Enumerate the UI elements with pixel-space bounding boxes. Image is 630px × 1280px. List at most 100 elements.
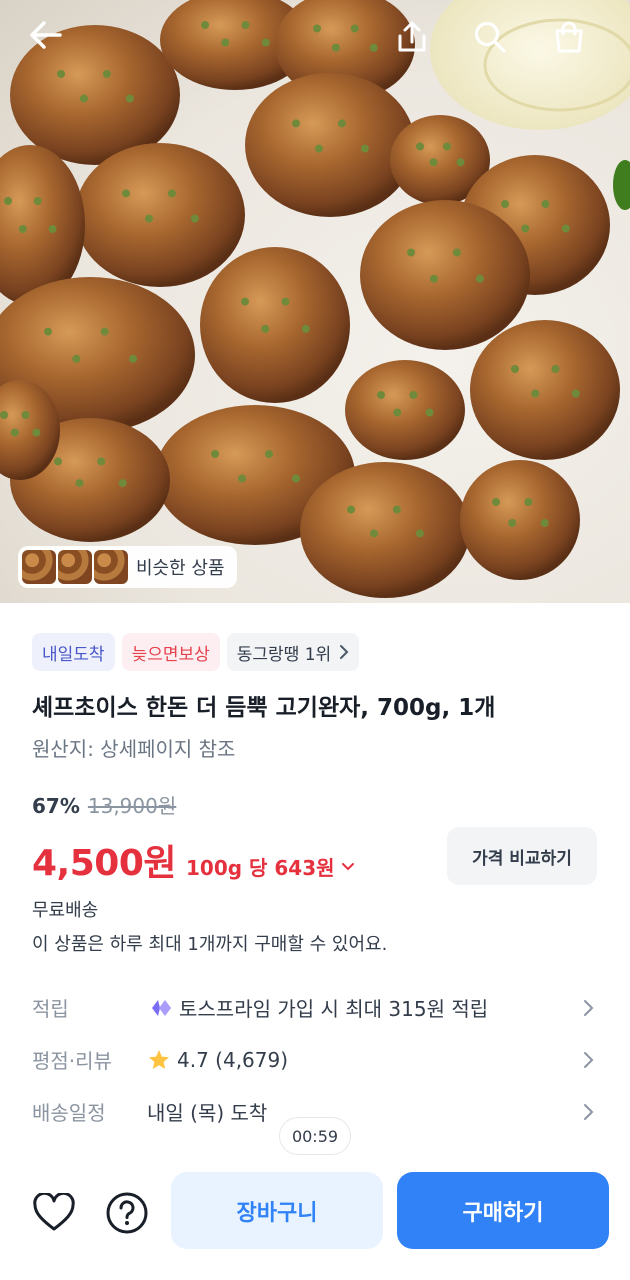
toss-prime-icon <box>152 999 171 1016</box>
parsley-flake <box>301 324 310 333</box>
meatball <box>245 73 415 217</box>
ranking-badge[interactable]: 동그랑땡 1위 <box>226 633 360 671</box>
discount-rate: 67% <box>32 794 80 818</box>
parsley-flake <box>393 408 402 417</box>
parsley-flake <box>347 505 355 514</box>
shipping-info: 무료배송 <box>32 900 99 921</box>
original-price: 13,900원 <box>87 794 177 818</box>
parsley-flake <box>221 38 230 47</box>
parsley-flake <box>392 505 401 514</box>
info-row-rating[interactable]: 평점·리뷰 4.7 (4,679) <box>32 1045 598 1074</box>
shopping-bag-icon <box>555 21 583 53</box>
timer-badge: 00:59 <box>279 1117 351 1155</box>
parsley-flake <box>201 21 209 29</box>
parsley-flake <box>511 365 519 373</box>
search-icon <box>474 21 506 53</box>
rating-text: 4.7 (4,679) <box>177 1047 289 1072</box>
delivery-value: 내일 (목) 도착 <box>147 1101 268 1125</box>
parsley-flake <box>475 274 484 283</box>
parsley-flake <box>416 142 424 151</box>
parsley-flake <box>425 408 434 417</box>
parsley-flake <box>377 391 385 399</box>
meatball <box>470 320 620 460</box>
parsley-flake <box>72 354 81 363</box>
product-title: 셰프초이스 한돈 더 듬뿍 고기완자, 700g, 1개 <box>32 695 496 721</box>
parsley-flake <box>492 498 500 506</box>
inquiry-button[interactable] <box>104 1190 150 1236</box>
parsley-flake <box>265 450 273 458</box>
parsley-flake <box>4 197 12 205</box>
ranking-badge-label: 동그랑땡 1위 <box>236 644 332 665</box>
parsley-flake <box>415 529 424 538</box>
chevron-right-icon <box>584 1103 594 1120</box>
discount-row: 67% 13,900원 <box>32 790 176 819</box>
buy-now-button[interactable]: 구매하기 <box>397 1172 609 1249</box>
parsley-flake <box>211 450 219 458</box>
parsley-flake <box>100 327 109 336</box>
info-row-points[interactable]: 적립 토스프라임 가입 시 최대 315원 적립 <box>32 993 598 1022</box>
purchase-limit-notice: 이 상품은 하루 최대 1개까지 구매할 수 있어요. <box>32 934 388 955</box>
chevron-right-icon <box>584 1051 594 1068</box>
parsley-flake <box>540 519 549 527</box>
parsley-flake <box>531 389 540 398</box>
parsley-flake <box>261 38 270 47</box>
question-icon <box>106 1192 148 1234</box>
points-value: 토스프라임 가입 시 최대 315원 적립 <box>147 993 578 1022</box>
info-label: 적립 <box>32 997 69 1021</box>
similar-products-button[interactable]: 비슷한 상품 <box>18 546 237 588</box>
parsley-flake <box>190 214 199 223</box>
heart-icon <box>33 1193 75 1231</box>
back-button[interactable] <box>28 20 78 70</box>
parsley-flake <box>369 529 378 538</box>
parsley-flake <box>281 297 290 306</box>
product-image[interactable]: 비슷한 상품 <box>0 0 630 603</box>
parsley-flake <box>521 224 530 233</box>
parsley-flake <box>261 324 270 333</box>
meatball <box>345 360 465 460</box>
parsley-flake <box>57 70 65 78</box>
meatball-photo <box>0 0 630 598</box>
add-to-cart-button[interactable]: 장바구니 <box>171 1172 383 1249</box>
meatball <box>460 460 580 580</box>
parsley-flake <box>551 365 560 373</box>
parsley-flake <box>75 479 84 488</box>
similar-products-label: 비슷한 상품 <box>136 558 225 579</box>
parsley-flake <box>369 43 378 52</box>
parsley-flake <box>97 457 106 466</box>
wishlist-button[interactable] <box>31 1190 77 1236</box>
parsley-flake <box>102 70 111 78</box>
parsley-flake <box>10 428 19 437</box>
back-arrow-icon <box>30 21 62 49</box>
parsley-flake <box>125 94 134 103</box>
price-compare-button[interactable]: 가격 비교하기 <box>447 827 597 885</box>
green-garnish <box>613 160 630 210</box>
parsley-flake <box>541 200 550 208</box>
parsley-flake <box>429 158 438 167</box>
parsley-flake <box>241 297 249 306</box>
parsley-flake <box>429 274 438 283</box>
parsley-flake <box>443 142 451 151</box>
meatball <box>200 247 350 403</box>
parsley-flake <box>561 224 570 233</box>
parsley-flake <box>409 391 418 399</box>
parsley-flake <box>79 94 88 103</box>
parsley-flake <box>33 197 42 205</box>
cart-shortcut-button[interactable] <box>552 20 602 70</box>
chevron-right-icon <box>584 999 594 1016</box>
search-button[interactable] <box>473 20 523 70</box>
parsley-flake <box>452 248 461 257</box>
parsley-flake <box>144 214 153 223</box>
badge-row: 내일도착 늦으면보상 동그랑땡 1위 <box>32 633 360 671</box>
points-text: 토스프라임 가입 시 최대 315원 적립 <box>179 997 489 1021</box>
parsley-flake <box>122 189 130 198</box>
parsley-flake <box>571 389 580 398</box>
unit-price-toggle[interactable]: 100g 당 643원 <box>186 852 355 881</box>
meatball <box>360 200 530 350</box>
parsley-flake <box>456 158 465 167</box>
parsley-flake <box>241 21 250 29</box>
product-origin: 원산지: 상세페이지 참조 <box>32 737 236 761</box>
share-button[interactable] <box>396 20 446 70</box>
parsley-flake <box>0 411 8 419</box>
chevron-down-icon <box>341 862 354 870</box>
info-label: 배송일정 <box>32 1101 106 1125</box>
